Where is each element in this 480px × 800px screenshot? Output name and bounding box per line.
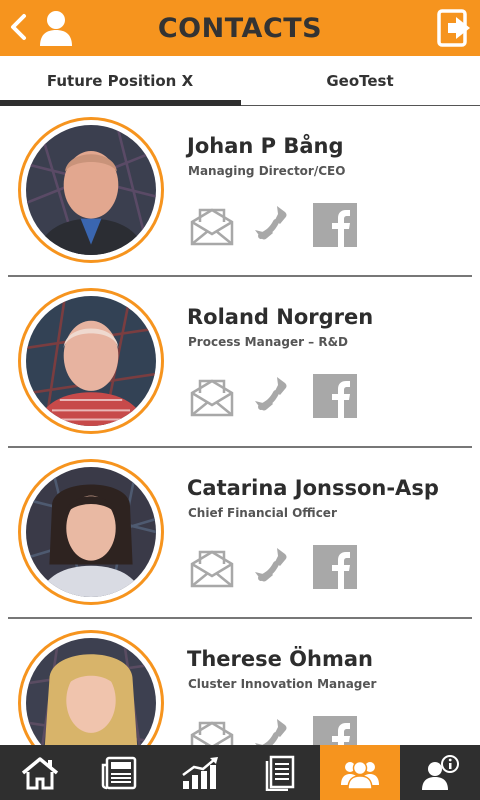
home-icon [21, 756, 59, 789]
logout-button[interactable] [436, 8, 472, 48]
user-profile-icon[interactable] [38, 9, 74, 47]
phone-icon [255, 548, 287, 582]
contact-role: Managing Director/CEO [188, 164, 346, 178]
contact-role: Process Manager – R&D [188, 335, 349, 349]
chevron-left-icon [11, 14, 26, 40]
email-icon [190, 721, 234, 745]
tab-geotest[interactable]: GeoTest [240, 56, 480, 106]
email-button[interactable] [189, 715, 235, 745]
nav-documents[interactable] [240, 745, 320, 800]
bottom-navigation [0, 745, 480, 800]
top-bar: CONTACTS [0, 0, 480, 56]
avatar [18, 459, 164, 605]
call-button[interactable] [247, 715, 293, 745]
back-button[interactable] [6, 10, 30, 44]
facebook-button[interactable] [312, 373, 358, 419]
avatar [18, 288, 164, 434]
facebook-icon [313, 203, 357, 247]
avatar [18, 117, 164, 263]
phone-icon [255, 377, 287, 411]
tab-bar: Future Position X GeoTest [0, 56, 480, 106]
news-icon [101, 756, 137, 789]
document-icon [265, 755, 295, 791]
phone-icon [255, 719, 287, 745]
contact-card: Therese Öhman Cluster Innovation Manager [0, 619, 480, 745]
logout-icon [437, 9, 470, 47]
nav-home[interactable] [0, 745, 80, 800]
email-icon [190, 379, 234, 417]
chart-icon [182, 756, 218, 789]
contact-name: Catarina Jonsson-Asp [187, 476, 439, 500]
call-button[interactable] [247, 202, 293, 248]
contact-name: Therese Öhman [187, 647, 373, 671]
contact-list[interactable]: Johan P Bång Managing Director/CEO Rolan… [0, 106, 480, 745]
facebook-icon [313, 545, 357, 589]
avatar [18, 630, 164, 745]
contact-name: Roland Norgren [187, 305, 374, 329]
info-person-icon [422, 754, 459, 790]
contact-photo [26, 638, 156, 745]
phone-icon [255, 206, 287, 240]
email-button[interactable] [189, 202, 235, 248]
contact-photo [26, 467, 156, 597]
contact-name: Johan P Bång [187, 134, 344, 158]
nav-about[interactable] [400, 745, 480, 800]
email-button[interactable] [189, 373, 235, 419]
contacts-icon [341, 760, 379, 790]
facebook-icon [313, 374, 357, 418]
facebook-icon [313, 716, 357, 745]
contact-photo [26, 125, 156, 255]
nav-contacts[interactable] [320, 745, 400, 800]
nav-news[interactable] [80, 745, 160, 800]
page-title: CONTACTS [157, 12, 323, 44]
call-button[interactable] [247, 544, 293, 590]
facebook-button[interactable] [312, 202, 358, 248]
email-icon [190, 550, 234, 588]
contact-role: Cluster Innovation Manager [188, 677, 377, 691]
nav-statistics[interactable] [160, 745, 240, 800]
email-button[interactable] [189, 544, 235, 590]
contact-card: Catarina Jonsson-Asp Chief Financial Off… [0, 448, 480, 619]
contact-card: Roland Norgren Process Manager – R&D [0, 277, 480, 448]
email-icon [190, 208, 234, 246]
call-button[interactable] [247, 373, 293, 419]
contact-role: Chief Financial Officer [188, 506, 337, 520]
contact-card: Johan P Bång Managing Director/CEO [0, 106, 480, 277]
facebook-button[interactable] [312, 715, 358, 745]
facebook-button[interactable] [312, 544, 358, 590]
tab-future-position-x[interactable]: Future Position X [0, 56, 240, 106]
contact-photo [26, 296, 156, 426]
